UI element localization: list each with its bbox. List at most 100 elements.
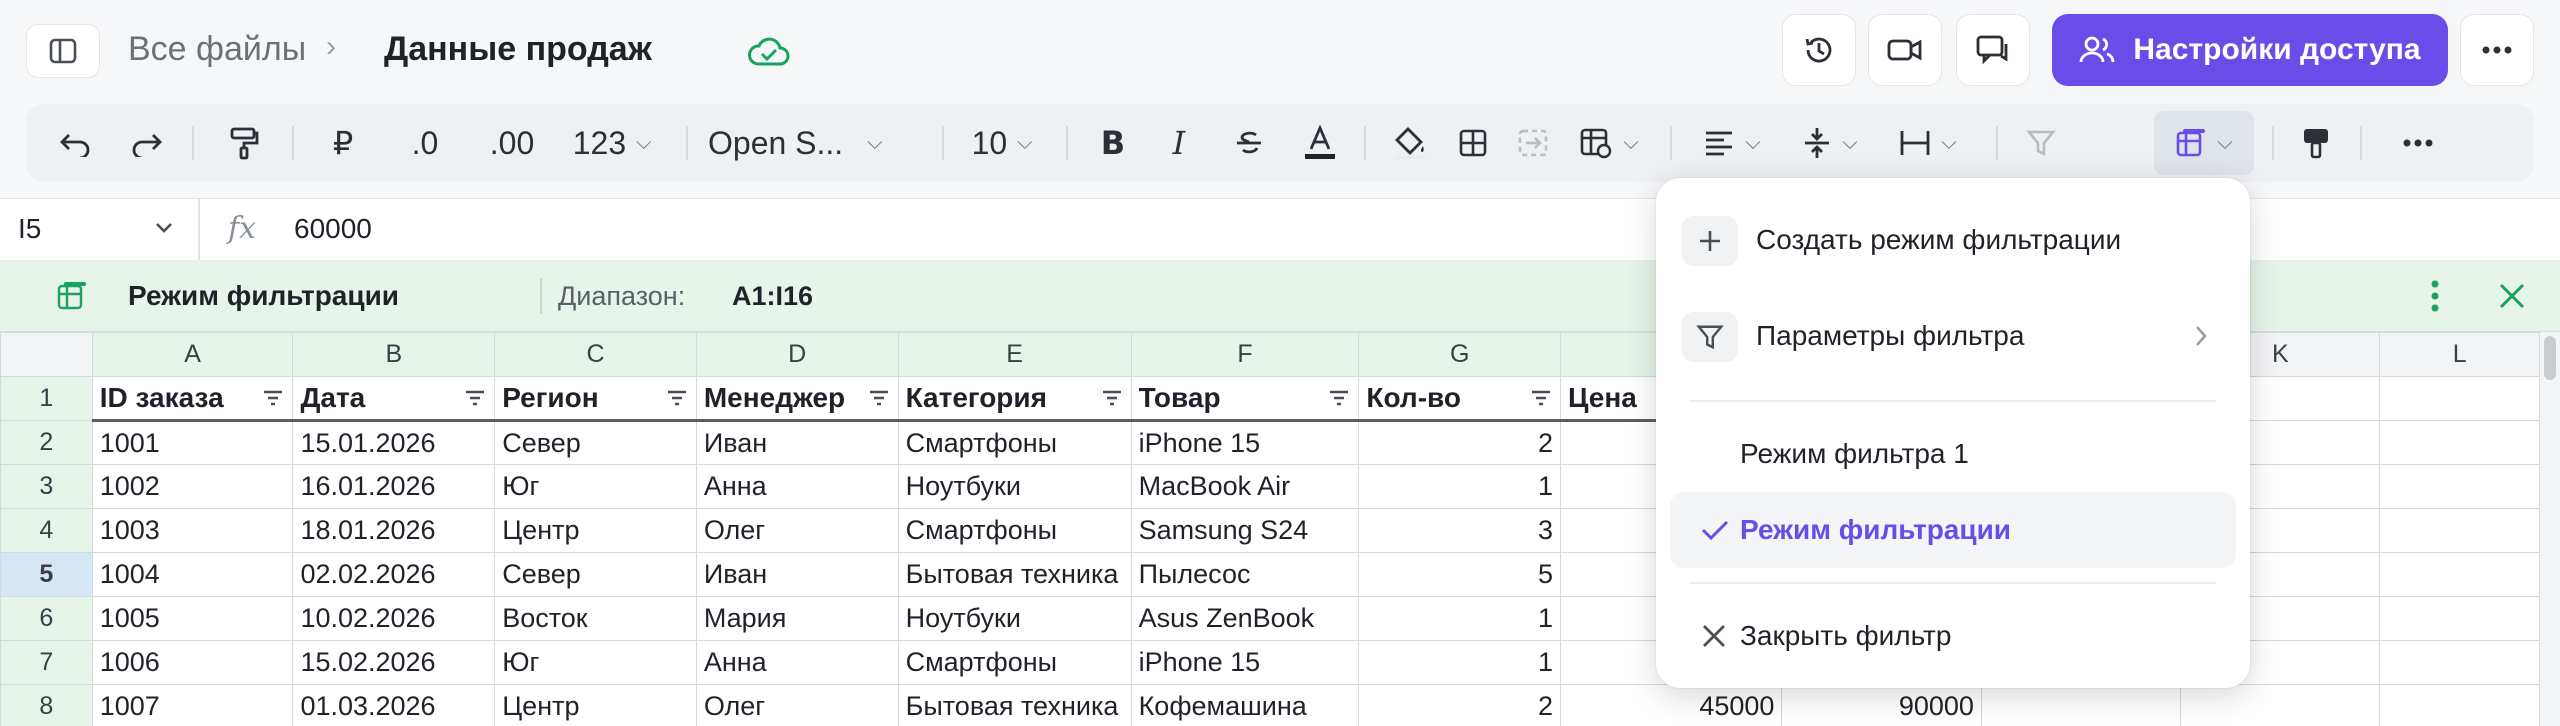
cell[interactable]: Анна xyxy=(695,464,899,509)
cell[interactable]: Центр xyxy=(494,684,697,726)
cell[interactable]: Samsung S24 xyxy=(1130,508,1360,553)
comments-button[interactable] xyxy=(1956,14,2030,86)
filter-dropdown-icon[interactable] xyxy=(1101,389,1123,407)
fill-color-button[interactable] xyxy=(1386,104,1436,182)
filter-dropdown-icon[interactable] xyxy=(464,389,486,407)
document-title[interactable]: Данные продаж xyxy=(384,30,652,69)
close-icon[interactable] xyxy=(2496,280,2528,312)
cell[interactable]: Ноутбуки xyxy=(897,464,1132,509)
more-menu-button[interactable] xyxy=(2460,14,2534,86)
header-cell[interactable]: Дата xyxy=(292,376,496,422)
vertical-align-dropdown[interactable]: ⌵ xyxy=(1786,104,1874,182)
increase-decimals-button[interactable]: .00 xyxy=(474,104,550,182)
cell[interactable]: Смартфоны xyxy=(897,420,1132,465)
cell[interactable]: Смартфоны xyxy=(897,508,1132,553)
share-settings-button[interactable]: Настройки доступа xyxy=(2052,14,2448,86)
chevron-down-icon[interactable] xyxy=(152,215,176,239)
cell[interactable]: 1 xyxy=(1358,464,1561,509)
select-all-corner[interactable] xyxy=(0,332,93,377)
cell[interactable]: 45000 xyxy=(1559,684,1783,726)
header-cell[interactable]: Регион xyxy=(494,376,697,422)
cell[interactable]: Кофемашина xyxy=(1130,684,1360,726)
header-cell[interactable]: Товар xyxy=(1130,376,1360,422)
breadcrumb-all-files[interactable]: Все файлы xyxy=(128,30,306,69)
column-header[interactable]: A xyxy=(91,332,294,377)
number-format-dropdown[interactable]: 123 ⌵ xyxy=(560,104,664,182)
row-header[interactable]: 7 xyxy=(0,640,93,685)
cell[interactable]: Ноутбуки xyxy=(897,596,1132,641)
column-header[interactable]: G xyxy=(1358,332,1561,377)
cell[interactable]: MacBook Air xyxy=(1130,464,1360,509)
row-header[interactable]: 6 xyxy=(0,596,93,641)
cell[interactable]: 16.01.2026 xyxy=(292,464,496,509)
redo-button[interactable] xyxy=(122,104,172,182)
font-size-dropdown[interactable]: 10 ⌵ xyxy=(952,104,1052,182)
create-filter-mode-item[interactable]: Создать режим фильтрации xyxy=(1670,202,2236,278)
cell[interactable]: Юг xyxy=(494,464,697,509)
cell[interactable]: 1003 xyxy=(91,508,294,553)
cell[interactable]: 1 xyxy=(1358,640,1561,685)
cell[interactable] xyxy=(2379,508,2540,553)
cell[interactable]: 02.02.2026 xyxy=(292,552,496,597)
video-call-button[interactable] xyxy=(1868,14,1942,86)
conditional-format-dropdown[interactable]: ⌵ xyxy=(1568,104,1650,182)
row-header[interactable]: 1 xyxy=(0,376,93,421)
filter-mode-active-item[interactable]: Режим фильтрации xyxy=(1670,492,2236,568)
undo-button[interactable] xyxy=(50,104,100,182)
strikethrough-button[interactable] xyxy=(1226,104,1272,182)
row-header[interactable]: 8 xyxy=(0,684,93,726)
cell[interactable]: Смартфоны xyxy=(897,640,1132,685)
cell[interactable]: 5 xyxy=(1358,552,1561,597)
header-cell[interactable]: Кол-во xyxy=(1358,376,1561,422)
range-value[interactable]: A1:I16 xyxy=(732,281,813,312)
currency-format-button[interactable]: ₽ xyxy=(316,104,370,182)
close-filter-item[interactable]: Закрыть фильтр xyxy=(1670,598,2236,674)
filter-dropdown-icon[interactable] xyxy=(868,389,890,407)
cell[interactable]: Бытовая техника xyxy=(897,552,1132,597)
cell[interactable]: 1001 xyxy=(91,420,294,465)
merge-cells-button[interactable] xyxy=(1508,104,1558,182)
cell[interactable]: 1006 xyxy=(91,640,294,685)
cell[interactable]: Иван xyxy=(695,420,899,465)
column-header[interactable]: L xyxy=(2379,332,2540,377)
cell[interactable]: 2 xyxy=(1358,420,1561,465)
cell[interactable]: 01.03.2026 xyxy=(292,684,496,726)
filter-params-item[interactable]: Параметры фильтра xyxy=(1670,298,2236,374)
cell[interactable] xyxy=(1980,684,2182,726)
cell[interactable]: Анна xyxy=(695,640,899,685)
cell[interactable]: 2 xyxy=(1358,684,1561,726)
filter-dropdown-icon[interactable] xyxy=(1328,389,1350,407)
header-cell[interactable]: ID заказа xyxy=(91,376,294,422)
cell[interactable]: 1 xyxy=(1358,596,1561,641)
row-header[interactable]: 4 xyxy=(0,508,93,553)
cell-reference-box[interactable]: I5 xyxy=(18,213,41,245)
header-cell[interactable]: Категория xyxy=(897,376,1132,422)
column-header[interactable]: D xyxy=(695,332,899,377)
cell[interactable]: Север xyxy=(494,552,697,597)
filter-button[interactable] xyxy=(2016,104,2066,182)
more-vertical-icon[interactable] xyxy=(2420,278,2450,314)
cell[interactable] xyxy=(2379,684,2540,726)
cell[interactable]: 1004 xyxy=(91,552,294,597)
cell[interactable] xyxy=(2379,376,2540,421)
row-header[interactable]: 5 xyxy=(0,552,93,597)
cell[interactable]: 1005 xyxy=(91,596,294,641)
cell[interactable]: Пылесос xyxy=(1130,552,1360,597)
cell[interactable]: 15.02.2026 xyxy=(292,640,496,685)
cell[interactable]: Север xyxy=(494,420,697,465)
cell[interactable]: Центр xyxy=(494,508,697,553)
column-header[interactable]: C xyxy=(494,332,697,377)
decrease-decimals-button[interactable]: .0 xyxy=(396,104,454,182)
cell[interactable]: Asus ZenBook xyxy=(1130,596,1360,641)
filter-modes-dropdown[interactable]: ⌵ xyxy=(2154,111,2254,175)
cell[interactable]: iPhone 15 xyxy=(1130,640,1360,685)
cell[interactable]: iPhone 15 xyxy=(1130,420,1360,465)
cell[interactable]: 15.01.2026 xyxy=(292,420,496,465)
cell[interactable] xyxy=(2379,464,2540,509)
toolbar-more-button[interactable] xyxy=(2390,104,2446,182)
column-header[interactable]: F xyxy=(1130,332,1360,377)
cell[interactable]: Олег xyxy=(695,684,899,726)
cell[interactable] xyxy=(2379,420,2540,465)
cell[interactable]: 1002 xyxy=(91,464,294,509)
cell[interactable]: 18.01.2026 xyxy=(292,508,496,553)
